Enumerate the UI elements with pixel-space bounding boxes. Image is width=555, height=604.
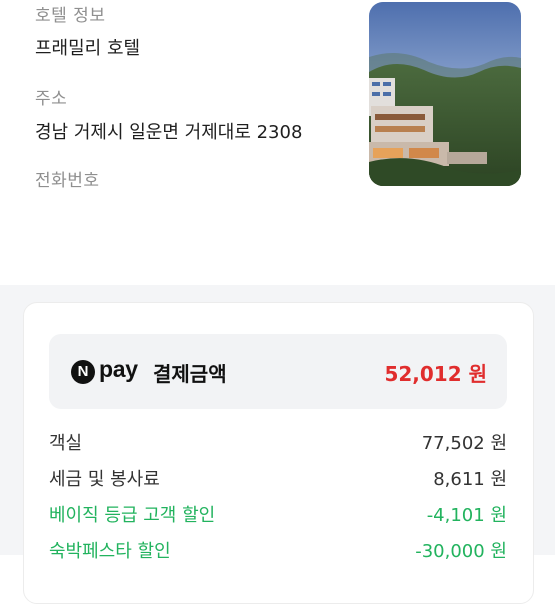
hotel-info-section: 호텔 정보 프래밀리 호텔 주소 경남 거제시 일운면 거제대로 2308 전화… <box>0 0 555 285</box>
line-item-room: 객실 77,502 원 <box>49 429 507 455</box>
line-item-label: 숙박페스타 할인 <box>49 541 171 562</box>
line-item-value: -4,101 원 <box>426 505 507 526</box>
address-value: 경남 거제시 일운면 거제대로 2308 <box>35 122 303 143</box>
payment-total-label: 결제금액 <box>153 362 227 386</box>
npay-logo-icon: N <box>71 360 95 384</box>
line-item-value: 8,611 원 <box>433 469 507 490</box>
line-item-label: 세금 및 봉사료 <box>49 469 160 490</box>
line-item-value: -30,000 원 <box>415 541 507 562</box>
hotel-photo[interactable] <box>369 2 521 186</box>
hotel-photo-icon <box>369 2 521 186</box>
line-item-label: 객실 <box>49 433 83 454</box>
line-item-label: 베이직 등급 고객 할인 <box>49 505 216 526</box>
line-item-value: 77,502 원 <box>421 433 507 454</box>
address-label: 주소 <box>35 89 68 109</box>
hotel-info-label: 호텔 정보 <box>35 6 106 26</box>
hotel-name: 프래밀리 호텔 <box>35 38 141 59</box>
phone-label: 전화번호 <box>35 171 100 191</box>
payment-card: N pay 결제금액 52,012 원 객실 77,502 원 세금 및 봉사료… <box>23 302 534 604</box>
npay-logo-text: pay <box>99 356 138 382</box>
payment-total-box: N pay 결제금액 52,012 원 <box>49 334 507 409</box>
payment-section: N pay 결제금액 52,012 원 객실 77,502 원 세금 및 봉사료… <box>0 285 555 604</box>
line-item-basic-discount: 베이직 등급 고객 할인 -4,101 원 <box>49 501 507 527</box>
line-item-tax: 세금 및 봉사료 8,611 원 <box>49 465 507 491</box>
line-item-festa-discount: 숙박페스타 할인 -30,000 원 <box>49 537 507 563</box>
payment-total-amount: 52,012 원 <box>384 362 487 386</box>
